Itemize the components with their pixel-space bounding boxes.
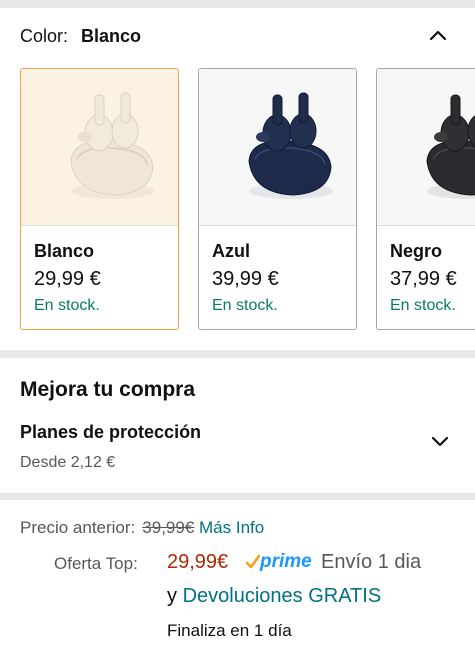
chevron-up-icon[interactable]	[427, 24, 449, 46]
shipping-text: Envío 1 dia	[321, 551, 422, 573]
previous-price-label: Precio anterior:	[20, 518, 136, 537]
free-returns-link[interactable]: Devoluciones GRATIS	[183, 585, 382, 607]
protection-plans-title[interactable]: Planes de protección	[20, 422, 201, 443]
chevron-down-icon[interactable]	[429, 430, 451, 452]
color-label: Color:	[20, 25, 69, 46]
upgrade-section: Mejora tu compra Planes de protección De…	[20, 378, 455, 471]
swatch-name: Blanco	[34, 241, 95, 261]
previous-price: 39,99€	[142, 518, 195, 537]
swatch-price: 37,99 €	[390, 268, 457, 290]
deal-price: 29,99€	[167, 551, 229, 573]
section-divider	[0, 350, 475, 358]
swatch-name: Negro	[390, 241, 443, 261]
swatch-stock: En stock.	[390, 297, 456, 314]
swatch-price: 39,99 €	[212, 268, 279, 290]
swatch-stock: En stock.	[34, 297, 100, 314]
prime-check-icon	[246, 554, 260, 569]
swatch-name: Azul	[212, 241, 250, 261]
swatch-stock: En stock.	[212, 297, 278, 314]
swatch-negro[interactable]: Negro 37,99 € En stock.	[376, 68, 475, 330]
top-divider	[0, 0, 475, 8]
previous-price-row: Precio anterior: 39,99€ Más Info	[20, 518, 264, 538]
deal-label: Oferta Top:	[54, 554, 138, 573]
earbuds-blue-image	[199, 69, 356, 226]
earbuds-white-image	[21, 69, 178, 226]
protection-plans-price: Desde 2,12 €	[20, 454, 116, 471]
earbuds-black-image	[377, 69, 475, 226]
upgrade-title: Mejora tu compra	[20, 378, 196, 401]
prime-badge: prime	[246, 551, 312, 573]
more-info-link[interactable]: Más Info	[199, 518, 264, 537]
swatch-azul[interactable]: Azul 39,99 € En stock.	[198, 68, 357, 330]
swatch-price: 29,99 €	[34, 268, 101, 290]
and-word: y	[167, 585, 177, 607]
deal-ends-text: Finaliza en 1 día	[167, 621, 292, 640]
swatch-blanco[interactable]: Blanco 29,99 € En stock.	[20, 68, 179, 330]
selected-color: Blanco	[81, 25, 142, 46]
section-divider	[0, 493, 475, 500]
prime-label: prime	[260, 551, 312, 572]
color-selector-header[interactable]: Color: Blanco	[20, 24, 455, 48]
color-swatches: Blanco 29,99 € En stock. Azul 39,99 € En…	[0, 68, 475, 332]
returns-row: y Devoluciones GRATIS	[167, 585, 381, 608]
